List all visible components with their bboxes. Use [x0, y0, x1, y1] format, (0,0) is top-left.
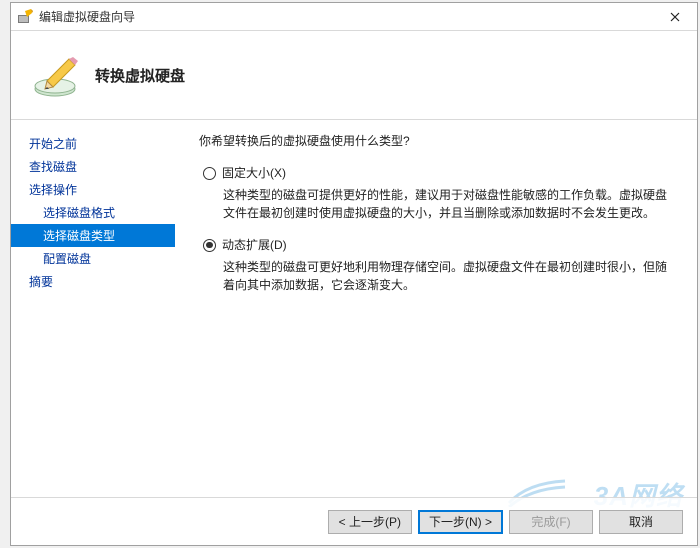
wizard-title: 转换虚拟硬盘	[95, 65, 185, 86]
titlebar: 编辑虚拟硬盘向导	[11, 3, 697, 31]
radio-label: 固定大小(X)	[222, 164, 286, 182]
wizard-window: 编辑虚拟硬盘向导 转换虚拟硬盘 开始之前 查找磁盘 选择操作 选择磁盘格式	[10, 2, 698, 546]
close-button[interactable]	[653, 3, 697, 31]
content-question: 你希望转换后的虚拟硬盘使用什么类型?	[199, 132, 667, 150]
cancel-button[interactable]: 取消	[599, 510, 683, 534]
radio-description: 这种类型的磁盘可提供更好的性能，建议用于对磁盘性能敏感的工作负载。虚拟硬盘文件在…	[223, 186, 667, 222]
wizard-nav: 开始之前 查找磁盘 选择操作 选择磁盘格式 选择磁盘类型 配置磁盘 摘要	[11, 120, 175, 497]
wizard-body: 开始之前 查找磁盘 选择操作 选择磁盘格式 选择磁盘类型 配置磁盘 摘要 你希望…	[11, 120, 697, 497]
wizard-content: 你希望转换后的虚拟硬盘使用什么类型? 固定大小(X) 这种类型的磁盘可提供更好的…	[175, 120, 697, 497]
disk-type-radio-group: 固定大小(X) 这种类型的磁盘可提供更好的性能，建议用于对磁盘性能敏感的工作负载…	[203, 164, 667, 294]
radio-icon	[203, 239, 216, 252]
radio-icon	[203, 167, 216, 180]
nav-choose-type[interactable]: 选择磁盘类型	[11, 224, 175, 247]
close-icon	[670, 12, 680, 22]
nav-configure-disk[interactable]: 配置磁盘	[11, 247, 175, 270]
finish-button: 完成(F)	[509, 510, 593, 534]
radio-fixed-size[interactable]: 固定大小(X) 这种类型的磁盘可提供更好的性能，建议用于对磁盘性能敏感的工作负载…	[203, 164, 667, 222]
app-icon	[17, 9, 33, 25]
nav-choose-action[interactable]: 选择操作	[11, 178, 175, 201]
wizard-footer: < 上一步(P) 下一步(N) > 完成(F) 取消	[11, 497, 697, 545]
next-button[interactable]: 下一步(N) >	[418, 510, 503, 534]
nav-summary[interactable]: 摘要	[11, 270, 175, 293]
radio-label: 动态扩展(D)	[222, 236, 287, 254]
nav-choose-format[interactable]: 选择磁盘格式	[11, 201, 175, 224]
radio-dynamic-expanding[interactable]: 动态扩展(D) 这种类型的磁盘可更好地利用物理存储空间。虚拟硬盘文件在最初创建时…	[203, 236, 667, 294]
window-title: 编辑虚拟硬盘向导	[39, 8, 653, 25]
nav-before-begin[interactable]: 开始之前	[11, 132, 175, 155]
wizard-header: 转换虚拟硬盘	[11, 31, 697, 120]
pencil-disk-icon	[29, 49, 81, 101]
radio-description: 这种类型的磁盘可更好地利用物理存储空间。虚拟硬盘文件在最初创建时很小，但随着向其…	[223, 258, 667, 294]
prev-button[interactable]: < 上一步(P)	[328, 510, 412, 534]
nav-locate-disk[interactable]: 查找磁盘	[11, 155, 175, 178]
